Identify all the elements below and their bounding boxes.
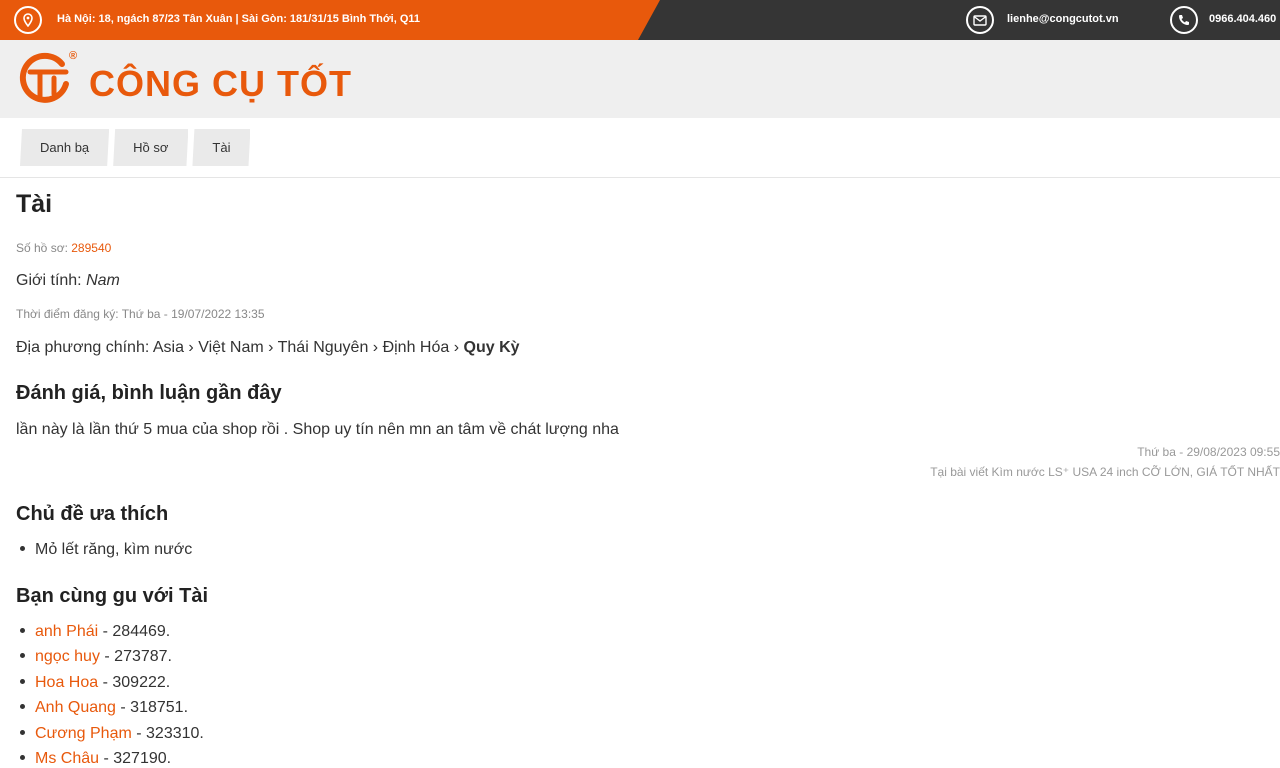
topbar: Hà Nội: 18, ngách 87/23 Tân Xuân | Sài G… [0, 0, 1280, 40]
bullet-icon [20, 729, 25, 735]
site-header: ® CÔNG CỤ TỐT [0, 40, 1280, 118]
breadcrumb: Danh bạ Hồ sơ Tài [20, 129, 250, 166]
gender-label: Giới tính: [16, 272, 82, 289]
friend-link[interactable]: Ms Châu [35, 750, 99, 767]
review-time: Thứ ba - 29/08/2023 09:55 [1137, 445, 1280, 459]
friend-id: - 284469. [102, 623, 171, 640]
registered-mark: ® [69, 50, 78, 62]
review-text: lần này là lần thứ 5 mua của shop rồi . … [16, 421, 619, 438]
review-source[interactable]: Tại bài viết Kìm nước LS⁺ USA 24 inch CỠ… [930, 465, 1280, 479]
reviews-heading: Đánh giá, bình luận gần đây [16, 382, 282, 404]
friend-link[interactable]: Cương Phạm [35, 725, 132, 742]
location-path: Asia › Việt Nam › Thái Nguyên › Định Hóa… [152, 339, 460, 356]
topbar-address: Hà Nội: 18, ngách 87/23 Tân Xuân | Sài G… [57, 13, 421, 25]
map-pin-icon [14, 6, 42, 34]
brand-name[interactable]: CÔNG CỤ TỐT [89, 64, 352, 104]
registered-value: Thứ ba - 19/07/2022 13:35 [121, 307, 265, 321]
registered-row: Thời điểm đăng ký: Thứ ba - 19/07/2022 1… [16, 307, 265, 321]
divider [0, 177, 1280, 178]
breadcrumb-current[interactable]: Tài [192, 129, 250, 166]
profile-id-label: Số hồ sơ: [16, 241, 68, 255]
bullet-icon [20, 652, 25, 658]
phone-icon [1170, 6, 1198, 34]
gender-row: Giới tính: Nam [16, 272, 120, 290]
profile-id-value: 289540 [71, 241, 112, 255]
friend-link[interactable]: Anh Quang [35, 699, 116, 716]
bullet-icon [20, 678, 25, 684]
registered-label: Thời điểm đăng ký: [16, 307, 119, 321]
friend-id: - 318751. [120, 699, 189, 716]
friend-id: - 309222. [102, 674, 171, 691]
bullet-icon [20, 545, 25, 551]
page-title: Tài [16, 190, 53, 218]
friend-link[interactable]: anh Phái [35, 623, 98, 640]
friend-item: Ms Châu - 327190. [16, 750, 171, 768]
breadcrumb-profiles[interactable]: Hồ sơ [113, 129, 188, 166]
friend-item: ngọc huy - 273787. [16, 648, 172, 666]
friend-item: Cương Phạm - 323310. [16, 725, 204, 743]
friend-item: anh Phái - 284469. [16, 623, 170, 641]
logo-icon[interactable] [16, 50, 74, 113]
friends-heading: Bạn cùng gu với Tài [16, 585, 209, 607]
bullet-icon [20, 627, 25, 633]
topic-item: Mỏ lết răng, kìm nước [16, 541, 192, 559]
topbar-email[interactable]: lienhe@congcutot.vn [1007, 13, 1119, 25]
friend-id: - 273787. [104, 648, 172, 665]
location-label: Địa phương chính: [16, 339, 150, 356]
friend-id: - 327190. [103, 750, 172, 767]
bullet-icon [20, 703, 25, 709]
friend-id: - 323310. [136, 725, 204, 742]
topic-item-label: Mỏ lết răng, kìm nước [35, 541, 193, 558]
friend-item: Anh Quang - 318751. [16, 699, 188, 717]
gender-value: Nam [86, 272, 120, 289]
bullet-icon [20, 754, 25, 760]
topics-heading: Chủ đề ưa thích [16, 503, 169, 525]
location-row: Địa phương chính: Asia › Việt Nam › Thái… [16, 339, 520, 357]
friend-item: Hoa Hoa - 309222. [16, 674, 170, 692]
profile-id-row: Số hồ sơ: 289540 [16, 241, 111, 255]
breadcrumb-directory[interactable]: Danh bạ [20, 129, 109, 166]
location-last: Quy Kỳ [463, 339, 520, 356]
topbar-phone[interactable]: 0966.404.460 [1209, 13, 1276, 25]
friend-link[interactable]: Hoa Hoa [35, 674, 98, 691]
friend-link[interactable]: ngọc huy [35, 648, 100, 665]
mail-icon [966, 6, 994, 34]
